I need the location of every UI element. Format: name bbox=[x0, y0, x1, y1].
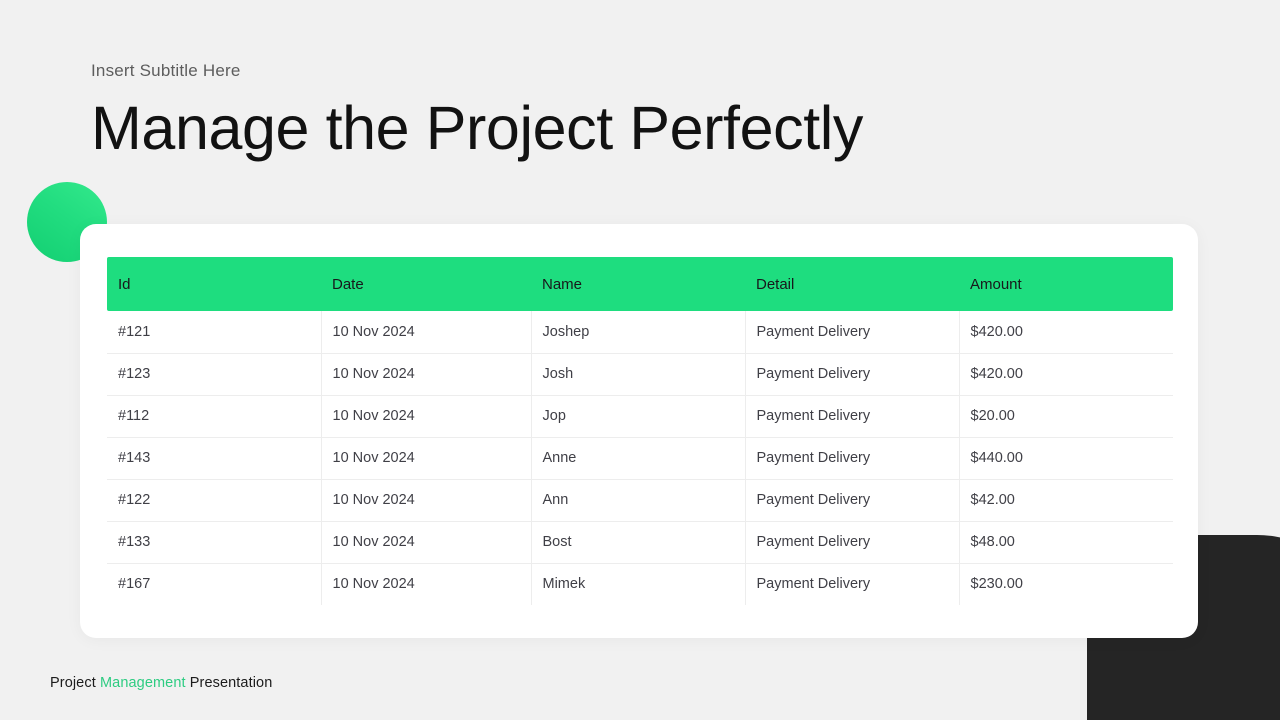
table-cell-detail: Payment Delivery bbox=[745, 437, 960, 480]
footer: Project Management Presentation bbox=[50, 675, 272, 691]
table-row[interactable]: #123 10 Nov 2024 Josh Payment Delivery $420.… bbox=[107, 353, 1173, 396]
table-header-cell-detail: Detail bbox=[756, 275, 795, 293]
table-header-cell-name: Name bbox=[542, 275, 583, 293]
table-cell-id: #122 bbox=[107, 479, 322, 522]
table-cell-id: #123 bbox=[107, 353, 322, 396]
heading-block: Insert Subtitle Here Manage the Project … bbox=[91, 60, 863, 161]
table-cell-date: 10 Nov 2024 bbox=[321, 521, 532, 564]
table-row[interactable]: #133 10 Nov 2024 Bost Payment Delivery $48.0… bbox=[107, 521, 1173, 564]
table-cell-date: 10 Nov 2024 bbox=[321, 353, 532, 396]
table-cell-name: Jop bbox=[531, 395, 746, 438]
table-cell-amount: $230.00 bbox=[970, 576, 1023, 593]
table-row[interactable]: #112 10 Nov 2024 Jop Payment Delivery $20.00 bbox=[107, 395, 1173, 438]
table-cell-amount: $420.00 bbox=[959, 353, 1173, 396]
table-body: #121 10 Nov 2024 Joshep Payment Delivery $42… bbox=[107, 311, 1173, 605]
table-cell-name: Ann bbox=[531, 479, 746, 522]
table-header-cell-id: Id bbox=[118, 275, 131, 293]
table-cell-date: 10 Nov 2024 bbox=[321, 563, 532, 605]
table-cell-detail: Payment Delivery bbox=[745, 311, 960, 354]
table-cell-name: Joshep bbox=[531, 311, 746, 354]
table-header: Id Date Name Detail Amount bbox=[107, 257, 1173, 311]
table-cell-name: Mimek bbox=[531, 563, 746, 605]
table-cell-date: 10 Nov 2024 bbox=[321, 479, 532, 522]
table-cell-amount: $440.00 bbox=[959, 437, 1173, 480]
table-cell-amount: $42.00 bbox=[959, 479, 1173, 522]
table-cell-amount: $420.00 bbox=[959, 311, 1173, 354]
table-row[interactable]: #121 10 Nov 2024 Joshep Payment Delivery $42… bbox=[107, 311, 1173, 354]
table-cell-detail: Payment Delivery bbox=[745, 479, 960, 522]
table-cell-id: #112 bbox=[107, 395, 322, 438]
table-cell-id: #143 bbox=[107, 437, 322, 480]
table-cell-date: 10 Nov 2024 bbox=[321, 437, 532, 480]
table-cell-detail: Payment Delivery bbox=[745, 353, 960, 396]
table-cell-name: Bost bbox=[531, 521, 746, 564]
table-header-cell-amount: Amount bbox=[970, 275, 1022, 293]
table-cell-date: 10 Nov 2024 bbox=[321, 311, 532, 354]
table-row[interactable]: #122 10 Nov 2024 Ann Payment Delivery $42.00 bbox=[107, 479, 1173, 522]
table-header-row: Id Date Name Detail Amount bbox=[107, 257, 1173, 311]
transactions-table: Id Date Name Detail Amount #121 10 Nov 2024 Jo… bbox=[107, 257, 1173, 605]
table-row[interactable]: #167 10 Nov 2024 Mimek Payment Delivery $230… bbox=[107, 563, 1173, 605]
table-cell-date: 10 Nov 2024 bbox=[321, 395, 532, 438]
table-cell-name: Anne bbox=[531, 437, 746, 480]
table-cell-name: Josh bbox=[531, 353, 746, 396]
table-cell-amount: $48.00 bbox=[959, 521, 1173, 564]
table-cell-detail: Payment Delivery bbox=[745, 521, 960, 564]
footer-suffix: Presentation bbox=[189, 675, 273, 691]
table-cell-detail: Payment Delivery bbox=[745, 563, 960, 605]
slide-title: Manage the Project Perfectly bbox=[91, 94, 864, 163]
table-card: Id Date Name Detail Amount #121 10 Nov 2024 Jo… bbox=[80, 224, 1198, 638]
table-cell-detail: Payment Delivery bbox=[745, 395, 960, 438]
table-cell-id: #121 bbox=[107, 311, 322, 354]
table-header-cell-date: Date bbox=[332, 275, 364, 293]
footer-accent: Management bbox=[99, 675, 186, 691]
footer-prefix: Project bbox=[50, 675, 96, 691]
table-cell-id: #167 bbox=[107, 563, 322, 605]
table-row[interactable]: #143 10 Nov 2024 Anne Payment Delivery $440.… bbox=[107, 437, 1173, 480]
slide-subtitle: Insert Subtitle Here bbox=[91, 61, 241, 80]
table-cell-amount: $20.00 bbox=[959, 395, 1173, 438]
table-cell-id: #133 bbox=[107, 521, 322, 564]
